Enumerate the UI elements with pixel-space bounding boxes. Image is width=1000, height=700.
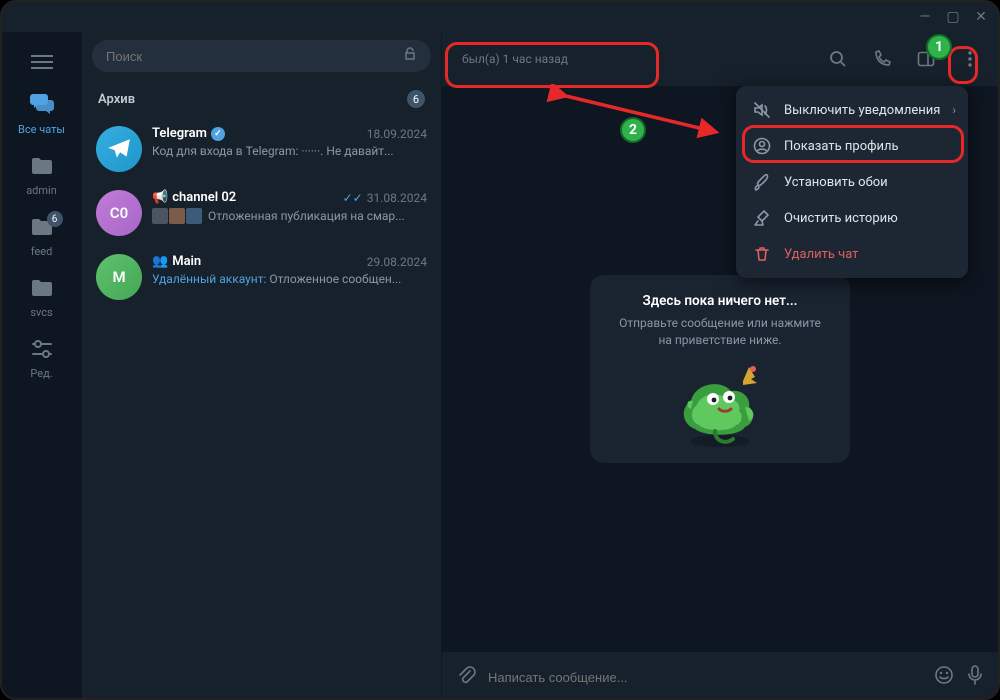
chat-date: 29.08.2024	[367, 255, 427, 269]
chat-preview: Удалённый аккаунт: Отложенное сообщен...	[152, 272, 427, 286]
emoji-icon[interactable]	[934, 665, 954, 689]
megaphone-icon: 📢	[152, 190, 168, 205]
folder-badge: 6	[47, 211, 63, 227]
chat-name: 👥 Main	[152, 254, 201, 269]
greeting-sticker[interactable]	[665, 359, 775, 449]
media-thumbs	[152, 208, 202, 224]
voice-icon[interactable]	[966, 665, 984, 689]
more-menu-button[interactable]	[956, 45, 984, 73]
app-window: — ▢ ✕ Все чаты admin	[0, 0, 1000, 700]
folder-admin[interactable]: admin	[7, 146, 77, 207]
lock-icon	[403, 47, 417, 65]
sidepanel-icon[interactable]	[912, 45, 940, 73]
sliders-icon	[31, 339, 53, 363]
chat-options-menu: Выключить уведомления › Показать профиль…	[736, 86, 968, 278]
chat-bubbles-icon	[29, 92, 55, 119]
folder-label: Ред.	[30, 367, 52, 380]
main-menu-button[interactable]	[22, 42, 62, 82]
empty-subtitle: Отправьте сообщение или нажмите на приве…	[616, 315, 824, 349]
window-close-button[interactable]: ✕	[974, 10, 988, 24]
search-bar[interactable]	[92, 40, 431, 72]
chat-date: ✓✓ 31.08.2024	[343, 191, 427, 205]
chevron-right-icon: ›	[952, 103, 956, 117]
message-compose-bar	[442, 652, 998, 700]
menu-wallpaper[interactable]: Установить обои	[736, 164, 968, 200]
empty-title: Здесь пока ничего нет...	[616, 293, 824, 309]
folder-icon	[31, 156, 53, 180]
chat-header: был(а) 1 час назад	[442, 32, 998, 86]
menu-show-profile[interactable]: Показать профиль	[736, 128, 968, 164]
avatar: C0	[96, 190, 142, 236]
chat-preview: Код для входа в Telegram: ······. Не дав…	[152, 144, 427, 158]
brush-icon	[752, 173, 772, 191]
archive-label: Архив	[98, 92, 135, 107]
chat-preview: Отложенная публикация на смар...	[152, 208, 427, 224]
chat-item[interactable]: C0 📢 channel 02 ✓✓ 31.08.2024	[82, 182, 441, 246]
search-input[interactable]	[106, 49, 395, 64]
menu-mute[interactable]: Выключить уведомления ›	[736, 92, 968, 128]
folder-edit[interactable]: Ред.	[7, 329, 77, 390]
chat-item[interactable]: M 👥 Main 29.08.2024 Удалённый аккаунт: О…	[82, 246, 441, 310]
avatar: M	[96, 254, 142, 300]
folder-svcs[interactable]: svcs	[7, 268, 77, 329]
verified-icon: ✓	[211, 127, 225, 141]
folder-label: feed	[31, 245, 53, 258]
folder-sidebar: Все чаты admin 6 feed svcs	[2, 32, 82, 700]
folder-label: Все чаты	[18, 123, 65, 136]
chat-name: 📢 channel 02	[152, 190, 236, 205]
profile-icon	[752, 137, 772, 155]
empty-state-card[interactable]: Здесь пока ничего нет... Отправьте сообщ…	[590, 275, 850, 463]
window-titlebar: — ▢ ✕	[2, 2, 998, 32]
search-icon[interactable]	[824, 45, 852, 73]
menu-delete-chat[interactable]: Удалить чат	[736, 236, 968, 272]
folder-icon	[31, 278, 53, 302]
menu-label: Показать профиль	[784, 139, 899, 154]
read-checks-icon: ✓✓	[343, 191, 363, 205]
chat-date: 18.09.2024	[367, 127, 427, 141]
chat-status: был(а) 1 час назад	[462, 52, 808, 66]
mute-icon	[752, 101, 772, 119]
menu-label: Очистить историю	[784, 211, 898, 226]
attach-icon[interactable]	[456, 665, 476, 689]
chat-item[interactable]: Telegram ✓ 18.09.2024 Код для входа в Te…	[82, 118, 441, 182]
chat-list-panel: Архив 6 Telegram ✓ 18.09.2024	[82, 32, 442, 700]
menu-label: Удалить чат	[784, 247, 858, 262]
archive-row[interactable]: Архив 6	[82, 80, 441, 118]
chat-title-zone[interactable]: был(а) 1 час назад	[456, 52, 808, 66]
menu-label: Установить обои	[784, 175, 888, 190]
avatar	[96, 126, 142, 172]
message-input[interactable]	[488, 670, 922, 685]
window-maximize-button[interactable]: ▢	[946, 10, 960, 24]
window-minimize-button[interactable]: —	[918, 10, 932, 24]
folder-label: admin	[26, 184, 57, 197]
group-icon: 👥	[152, 254, 168, 269]
trash-icon	[752, 245, 772, 263]
folder-feed[interactable]: 6 feed	[7, 207, 77, 268]
call-icon[interactable]	[868, 45, 896, 73]
broom-icon	[752, 209, 772, 227]
menu-label: Выключить уведомления	[784, 103, 940, 118]
folder-all-chats[interactable]: Все чаты	[7, 82, 77, 146]
archive-count: 6	[407, 90, 425, 108]
menu-clear-history[interactable]: Очистить историю	[736, 200, 968, 236]
chat-name: Telegram ✓	[152, 126, 225, 141]
folder-label: svcs	[30, 306, 52, 319]
